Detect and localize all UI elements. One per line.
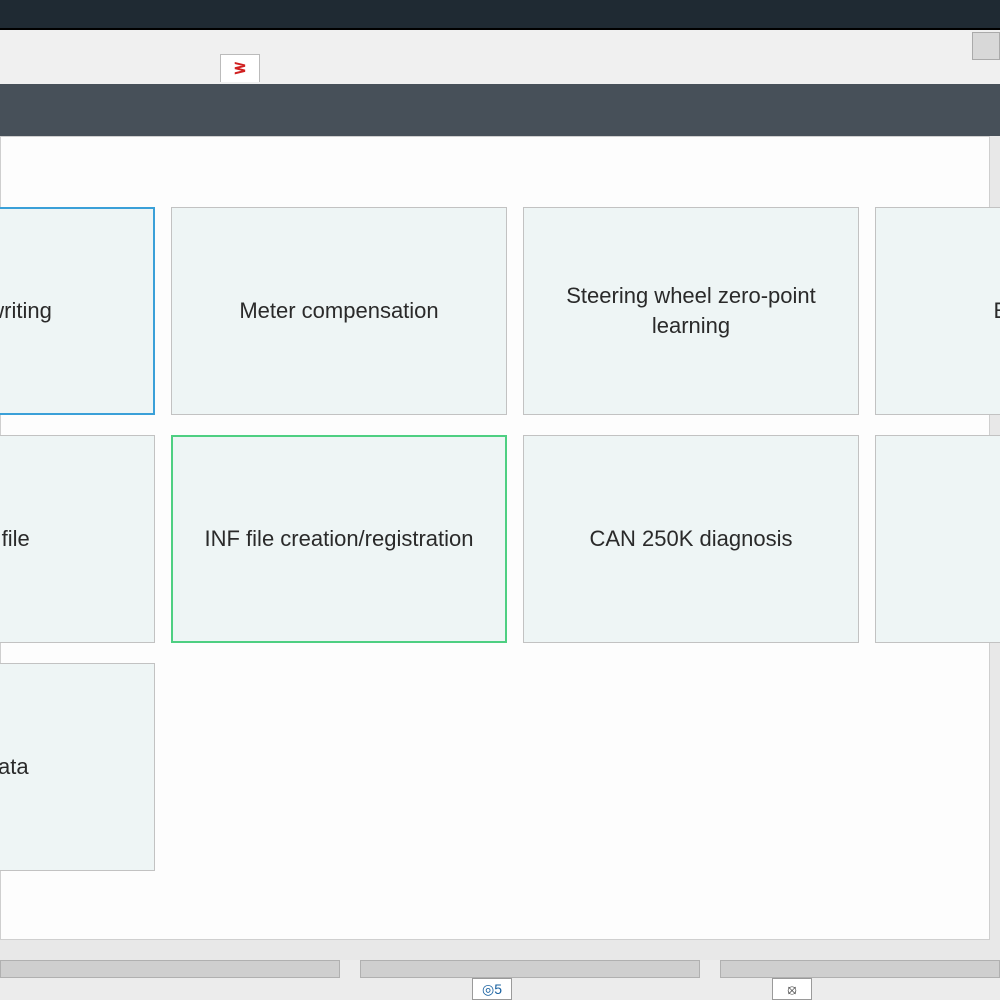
footer-button-2[interactable]: ⦻ (772, 978, 812, 1000)
function-tile-5[interactable]: INF file creation/registration (171, 435, 507, 643)
footer-button-1-label: ◎5 (482, 981, 502, 998)
app-tab-glyph: ᕒ (234, 59, 246, 79)
function-tile-label: nstant writing (0, 296, 52, 326)
main-panel: nstant writing Meter compensation Steering… (0, 136, 990, 940)
function-tile-label: CAN 250K diagnosis (589, 524, 792, 554)
function-tile-7[interactable]: Event (875, 435, 1000, 643)
function-tile-4[interactable]: repro file (0, 435, 155, 643)
function-tile-label: Steering wheel zero-point learning (540, 281, 842, 340)
toolbar-strip: ᕒ (0, 30, 1000, 86)
function-tile-label: INF file creation/registration (205, 524, 474, 554)
footer-button-2-label: ⦻ (787, 981, 796, 998)
function-tile-label: repro file (0, 524, 30, 554)
footer-button-1[interactable]: ◎5 (472, 978, 512, 1000)
function-tile-6[interactable]: CAN 250K diagnosis (523, 435, 859, 643)
section-header (0, 84, 1000, 136)
function-tile-label: line data (0, 752, 29, 782)
function-tile-1[interactable]: Meter compensation (171, 207, 507, 415)
footer-segment (720, 960, 1000, 978)
function-tile-8[interactable]: line data (0, 663, 155, 871)
app-tab[interactable]: ᕒ (220, 54, 260, 82)
footer-segment (360, 960, 700, 978)
function-tile-label: Engine nu (993, 296, 1000, 326)
function-tile-0[interactable]: nstant writing (0, 207, 155, 415)
toolbar-button[interactable] (972, 32, 1000, 60)
footer-segment (0, 960, 340, 978)
function-tile-label: Meter compensation (239, 296, 438, 326)
footer: ◎5 ⦻ (0, 960, 1000, 1000)
function-tile-2[interactable]: Steering wheel zero-point learning (523, 207, 859, 415)
function-tile-3[interactable]: Engine nu (875, 207, 1000, 415)
window-title-bar (0, 0, 1000, 30)
function-grid: nstant writing Meter compensation Steering… (0, 207, 1000, 871)
